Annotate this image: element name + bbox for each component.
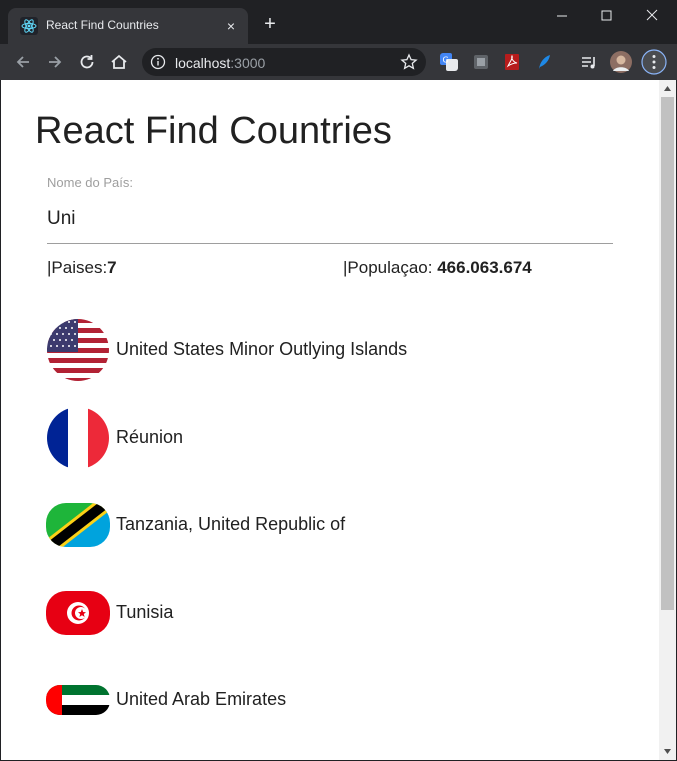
feather-extension-icon[interactable] — [535, 53, 553, 71]
home-icon[interactable] — [108, 51, 130, 73]
tanzania-flag-icon — [46, 503, 110, 547]
countries-count-value: 7 — [107, 258, 117, 277]
url-host: localhost — [175, 55, 231, 71]
tunisia-flag-icon — [46, 591, 110, 635]
population-total: |Populaçao: 466.063.674 — [343, 258, 532, 278]
forward-arrow-icon[interactable] — [44, 51, 66, 73]
pdf-extension-icon[interactable] — [503, 53, 521, 71]
info-icon[interactable] — [150, 54, 166, 70]
list-item: United States Minor Outlying Islands — [46, 318, 606, 382]
us-flag-icon — [47, 319, 109, 381]
country-name: United States Minor Outlying Islands — [116, 339, 408, 359]
list-item: Réunion — [46, 406, 606, 470]
uae-flag-icon — [46, 685, 110, 715]
population-label: |Populaçao: — [343, 258, 438, 277]
countries-count-label: |Paises: — [47, 258, 108, 277]
country-name: Tunisia — [116, 602, 174, 622]
reload-icon[interactable] — [76, 51, 98, 73]
url-port: :3000 — [230, 55, 266, 71]
translate-extension-icon[interactable]: G — [440, 53, 458, 71]
search-label: Nome do País: — [47, 175, 133, 190]
media-playlist-icon[interactable] — [580, 53, 598, 71]
country-name: United Arab Emirates — [116, 689, 287, 709]
svg-text:G: G — [443, 56, 449, 65]
country-name: Réunion — [116, 427, 184, 447]
avatar[interactable] — [610, 51, 632, 73]
list-item: Tunisia — [46, 581, 606, 645]
address-bar[interactable]: localhost:3000 — [142, 48, 426, 76]
scroll-up-arrow-icon[interactable] — [663, 84, 672, 93]
new-tab-button[interactable]: + — [260, 14, 280, 34]
more-menu-icon[interactable] — [641, 49, 667, 75]
page-title: React Find Countries — [35, 110, 392, 152]
browser-titlebar: React Find Countries × + — [0, 0, 677, 44]
population-value: 466.063.674 — [437, 258, 532, 277]
tab-close-icon[interactable]: × — [222, 17, 240, 35]
back-arrow-icon[interactable] — [12, 51, 34, 73]
tab-title: React Find Countries — [46, 18, 159, 32]
page-scrollbar[interactable] — [659, 80, 676, 760]
countries-count: |Paises:7 — [47, 258, 117, 278]
scroll-down-arrow-icon[interactable] — [663, 747, 672, 756]
country-search-input[interactable] — [47, 202, 613, 244]
page-viewport: React Find Countries Nome do País: |Pais… — [1, 80, 659, 760]
window-close-icon[interactable] — [640, 6, 664, 26]
maximize-icon[interactable] — [594, 6, 618, 26]
url-text: localhost:3000 — [175, 55, 265, 71]
react-logo-icon — [20, 17, 38, 35]
scrollbar-thumb[interactable] — [661, 97, 674, 610]
list-item: United Arab Emirates — [46, 668, 606, 732]
country-name: Tanzania, United Republic of — [116, 514, 346, 534]
minimize-icon[interactable] — [550, 6, 574, 26]
france-flag-icon — [47, 407, 109, 469]
extension-icon[interactable] — [472, 53, 490, 71]
browser-toolbar: localhost:3000 G — [0, 44, 677, 80]
list-item: Tanzania, United Republic of — [46, 493, 606, 557]
browser-tab[interactable]: React Find Countries × — [8, 8, 248, 44]
bookmark-star-icon[interactable] — [400, 53, 418, 71]
